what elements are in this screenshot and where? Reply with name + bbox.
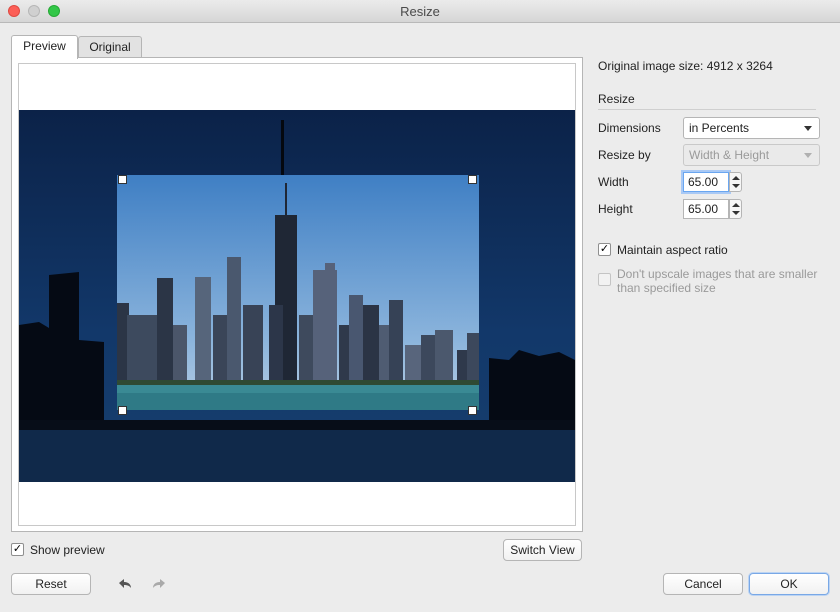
- stepper-down-icon: [732, 184, 740, 188]
- show-preview-label: Show preview: [30, 543, 105, 557]
- resize-section-heading: Resize: [598, 92, 635, 106]
- crop-handle-top-left[interactable]: [118, 175, 127, 184]
- title-bar: Resize: [0, 0, 840, 23]
- crop-handle-bottom-left[interactable]: [118, 406, 127, 415]
- undo-icon[interactable]: [116, 576, 134, 592]
- width-input[interactable]: 65.00: [683, 172, 729, 192]
- switch-view-button[interactable]: Switch View: [503, 539, 582, 561]
- stepper-down-icon: [732, 211, 740, 215]
- no-upscale-label-line1: Don't upscale images that are smaller: [617, 267, 818, 281]
- dimensions-value: in Percents: [689, 121, 750, 135]
- reset-button[interactable]: Reset: [11, 573, 91, 595]
- height-stepper[interactable]: [729, 199, 742, 219]
- chevron-down-icon: [804, 126, 812, 131]
- no-upscale-label-line2: than specified size: [617, 281, 716, 295]
- preview-canvas: [18, 63, 576, 526]
- dimensions-label: Dimensions: [598, 121, 661, 135]
- resize-by-label: Resize by: [598, 148, 651, 162]
- stepper-up-icon: [732, 176, 740, 180]
- width-stepper[interactable]: [729, 172, 742, 192]
- redo-icon: [153, 579, 165, 588]
- resize-by-value: Width & Height: [689, 148, 770, 162]
- maintain-aspect-checkbox[interactable]: ✓: [598, 243, 611, 256]
- height-label: Height: [598, 202, 633, 216]
- crop-handle-bottom-right[interactable]: [468, 406, 477, 415]
- resize-by-select: Width & Height: [683, 144, 820, 166]
- stepper-up-icon: [732, 203, 740, 207]
- maintain-aspect-label: Maintain aspect ratio: [617, 243, 728, 257]
- window-title: Resize: [400, 4, 440, 19]
- no-upscale-label: Don't upscale images that are smaller th…: [617, 267, 817, 295]
- crop-region-image[interactable]: [117, 175, 479, 410]
- show-preview-checkbox[interactable]: ✓: [11, 543, 24, 556]
- tab-original[interactable]: Original: [78, 36, 142, 58]
- height-input[interactable]: 65.00: [683, 199, 729, 219]
- dimensions-select[interactable]: in Percents: [683, 117, 820, 139]
- no-upscale-checkbox: [598, 273, 611, 286]
- ok-button[interactable]: OK: [749, 573, 829, 595]
- chevron-down-icon: [804, 153, 812, 158]
- cancel-button[interactable]: Cancel: [663, 573, 743, 595]
- section-divider: [598, 109, 816, 110]
- original-size-info: Original image size: 4912 x 3264: [598, 59, 773, 73]
- width-label: Width: [598, 175, 629, 189]
- crop-handle-top-right[interactable]: [468, 175, 477, 184]
- tab-preview[interactable]: Preview: [11, 35, 78, 59]
